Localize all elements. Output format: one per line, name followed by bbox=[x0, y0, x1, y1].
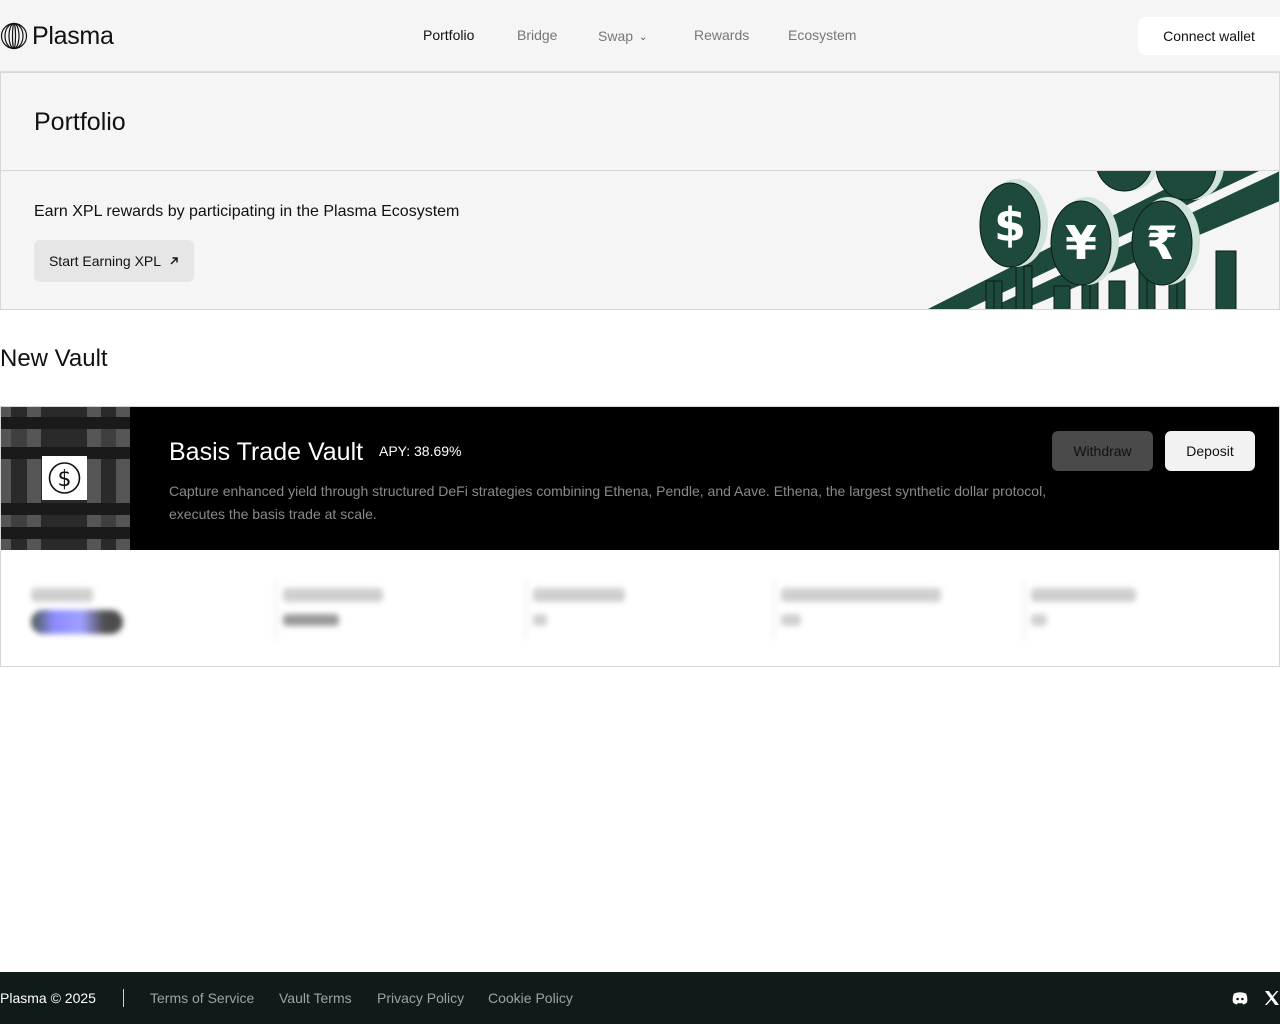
vault-stat-5 bbox=[1023, 580, 1261, 650]
new-vault-heading: New Vault bbox=[0, 345, 108, 372]
stat-value-placeholder bbox=[533, 614, 547, 626]
stat-divider bbox=[275, 580, 277, 640]
nav-bridge[interactable]: Bridge bbox=[517, 27, 557, 43]
vault-name: Basis Trade Vault bbox=[169, 438, 364, 466]
discord-icon[interactable] bbox=[1231, 989, 1249, 1007]
vault-stat-2 bbox=[275, 580, 513, 650]
vault-banner: $ Basis Trade Vault APY: 38.69% Capture … bbox=[1, 407, 1279, 550]
footer-copyright: Plasma © 2025 bbox=[0, 990, 96, 1006]
start-earning-button[interactable]: Start Earning XPL bbox=[34, 240, 194, 282]
yen-coin: ¥ bbox=[1050, 197, 1119, 286]
nav-portfolio-label: Portfolio bbox=[423, 27, 475, 43]
stat-label-placeholder bbox=[1031, 588, 1136, 602]
connect-wallet-button[interactable]: Connect wallet bbox=[1138, 17, 1280, 55]
deposit-button[interactable]: Deposit bbox=[1165, 431, 1255, 471]
stat-value-placeholder bbox=[283, 614, 339, 626]
nav-rewards[interactable]: Rewards bbox=[694, 27, 749, 43]
vault-stat-4 bbox=[773, 580, 1011, 650]
stat-label-placeholder bbox=[781, 588, 941, 602]
main-nav: Portfolio Bridge Swap ⌄ Rewards Ecosyste… bbox=[0, 0, 1280, 72]
vault-description: Capture enhanced yield through structure… bbox=[169, 483, 1047, 522]
vault-apy: APY: 38.69% bbox=[379, 443, 462, 459]
footer-link-terms[interactable]: Terms of Service bbox=[150, 990, 254, 1006]
footer-link-cookie[interactable]: Cookie Policy bbox=[488, 990, 573, 1006]
nav-bridge-label: Bridge bbox=[517, 27, 558, 43]
top-header: Plasma Portfolio Bridge Swap ⌄ Rewards E… bbox=[0, 0, 1280, 72]
stat-value-placeholder bbox=[1031, 614, 1047, 626]
chevron-down-icon: ⌄ bbox=[639, 31, 648, 43]
vault-stats-row bbox=[1, 550, 1279, 667]
stat-label-placeholder bbox=[533, 588, 625, 602]
stat-label-placeholder bbox=[283, 588, 383, 602]
x-icon[interactable] bbox=[1263, 989, 1280, 1007]
nav-swap-label: Swap bbox=[598, 28, 634, 44]
portfolio-card: Portfolio Earn XPL rewards by participat… bbox=[0, 72, 1280, 310]
vault-stat-3 bbox=[525, 580, 763, 650]
currency-coins-illustration: $ ¥ ₹ bbox=[927, 171, 1279, 309]
nav-ecosystem-label: Ecosystem bbox=[788, 27, 857, 43]
vault-thumbnail: $ bbox=[1, 407, 130, 550]
page-title: Portfolio bbox=[34, 108, 126, 136]
footer-link-vault-terms[interactable]: Vault Terms bbox=[279, 990, 352, 1006]
withdraw-button[interactable]: Withdraw bbox=[1052, 431, 1153, 471]
coin-dollar-symbol: $ bbox=[994, 198, 1026, 252]
stat-divider bbox=[525, 580, 527, 640]
stat-divider bbox=[773, 580, 775, 640]
earn-xpl-text: Earn XPL rewards by participating in the… bbox=[34, 203, 460, 220]
vault-card[interactable]: $ Basis Trade Vault APY: 38.69% Capture … bbox=[0, 406, 1280, 667]
coin-yen-symbol: ¥ bbox=[1065, 216, 1097, 270]
stat-token-chip bbox=[31, 610, 123, 634]
nav-ecosystem[interactable]: Ecosystem bbox=[788, 27, 856, 43]
stat-divider bbox=[1023, 580, 1025, 640]
portfolio-header: Portfolio bbox=[1, 73, 1279, 171]
coin-rupee-symbol: ₹ bbox=[1146, 216, 1178, 270]
nav-swap[interactable]: Swap ⌄ bbox=[598, 28, 647, 44]
stat-label-placeholder bbox=[31, 588, 93, 602]
nav-portfolio[interactable]: Portfolio bbox=[423, 27, 474, 43]
vault-stat-1 bbox=[31, 580, 261, 650]
start-earning-label: Start Earning XPL bbox=[48, 253, 162, 269]
stat-value-placeholder bbox=[781, 614, 801, 626]
footer-divider bbox=[123, 989, 124, 1007]
nav-rewards-label: Rewards bbox=[694, 27, 750, 43]
svg-text:$: $ bbox=[58, 467, 72, 492]
dollar-coin: $ bbox=[979, 179, 1048, 268]
arrow-up-right-icon bbox=[170, 257, 178, 265]
footer-link-privacy[interactable]: Privacy Policy bbox=[377, 990, 464, 1006]
footer: Plasma © 2025 Terms of Service Vault Ter… bbox=[0, 972, 1280, 1024]
